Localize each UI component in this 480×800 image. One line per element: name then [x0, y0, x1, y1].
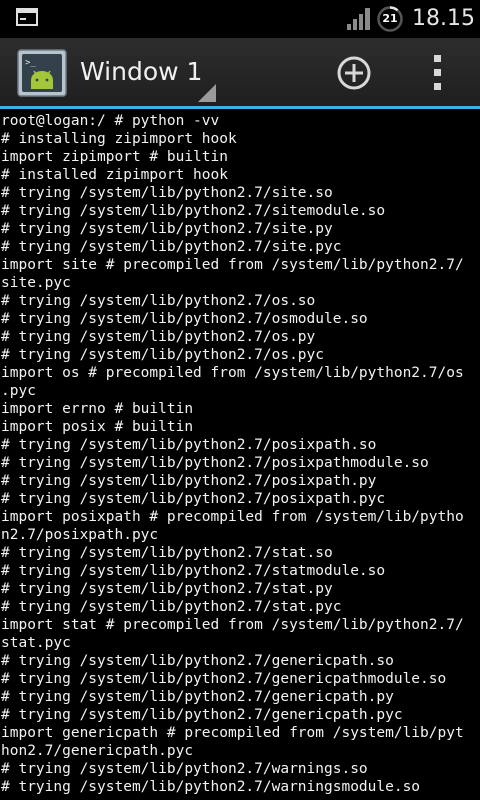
terminal-line: # trying /system/lib/python2.7/site.py	[1, 221, 333, 237]
window-selector-spinner[interactable]: Window 1	[78, 48, 216, 102]
status-bar: 21 18.15	[0, 0, 480, 38]
terminal-line: import errno # builtin	[1, 401, 194, 417]
terminal-line: import site # precompiled from /system/l…	[1, 257, 464, 273]
terminal-line: root@logan:/ # python -vv	[1, 113, 220, 129]
terminal-line: # trying /system/lib/python2.7/os.py	[1, 329, 316, 345]
terminal-line: import genericpath # precompiled from /s…	[1, 725, 464, 741]
terminal-line: site.pyc	[1, 275, 71, 291]
terminal-line: # trying /system/lib/python2.7/genericpa…	[1, 689, 394, 705]
terminal-line: # trying /system/lib/python2.7/os.pyc	[1, 347, 325, 363]
terminal-line: # trying /system/lib/python2.7/stat.pyc	[1, 599, 342, 615]
terminal-line: # trying /system/lib/python2.7/posixpath…	[1, 473, 377, 489]
terminal-line: import posixpath # precompiled from /sys…	[1, 509, 464, 525]
window-title: Window 1	[80, 57, 203, 86]
terminal-line: # trying /system/lib/python2.7/genericpa…	[1, 653, 394, 669]
terminal-output[interactable]: root@logan:/ # python -vv # installing zi…	[0, 112, 480, 800]
signal-icon	[347, 8, 370, 30]
terminal-line: # trying /system/lib/python2.7/osmodule.…	[1, 311, 368, 327]
terminal-line: import posix # builtin	[1, 419, 194, 435]
terminal-line: # trying /system/lib/python2.7/sitemodul…	[1, 203, 386, 219]
terminal-line: # trying /system/lib/python2.7/warnings.…	[1, 761, 368, 777]
terminal-line: .pyc	[1, 383, 36, 399]
terminal-line: # trying /system/lib/python2.7/site.so	[1, 185, 333, 201]
svg-text:>_: >_	[25, 58, 36, 68]
terminal-line: import stat # precompiled from /system/l…	[1, 617, 464, 633]
action-bar: >_ Window 1	[0, 38, 480, 106]
battery-level-text: 21	[382, 12, 398, 25]
terminal-line: # trying /system/lib/python2.7/posixpath…	[1, 437, 377, 453]
add-circle-icon[interactable]	[332, 51, 376, 95]
terminal-line: # trying /system/lib/python2.7/stat.py	[1, 581, 333, 597]
terminal-line: hon2.7/genericpath.pyc	[1, 743, 194, 759]
terminal-line: # trying /system/lib/python2.7/warningsm…	[1, 779, 421, 795]
android-terminal-icon[interactable]: >_	[17, 49, 67, 97]
terminal-line: # trying /system/lib/python2.7/site.pyc	[1, 239, 342, 255]
status-clock: 18.15	[412, 6, 475, 31]
terminal-line: # trying /system/lib/python2.7/posixpath…	[1, 491, 386, 507]
terminal-line: # trying /system/lib/python2.7/os.so	[1, 293, 316, 309]
terminal-line: # trying /system/lib/python2.7/statmodul…	[1, 563, 386, 579]
terminal-line: # trying /system/lib/python2.7/genericpa…	[1, 707, 403, 723]
terminal-line: # installed zipimport hook	[1, 167, 228, 183]
terminal-line: # trying /system/lib/python2.7/stat.so	[1, 545, 333, 561]
terminal-line: import zipimport # builtin	[1, 149, 228, 165]
terminal-line: # trying /system/lib/python2.7/posixpath…	[1, 455, 429, 471]
terminal-line: # installing zipimport hook	[1, 131, 237, 147]
terminal-line: n2.7/posixpath.pyc	[1, 527, 159, 543]
overflow-menu-icon[interactable]	[424, 52, 452, 92]
terminal-line: import os # precompiled from /system/lib…	[1, 365, 464, 381]
terminal-line: # trying /system/lib/python2.7/genericpa…	[1, 671, 447, 687]
terminal-notification-icon	[16, 8, 38, 26]
spinner-arrow-icon	[198, 84, 216, 102]
action-bar-divider	[0, 106, 480, 109]
terminal-line: stat.pyc	[1, 635, 71, 651]
